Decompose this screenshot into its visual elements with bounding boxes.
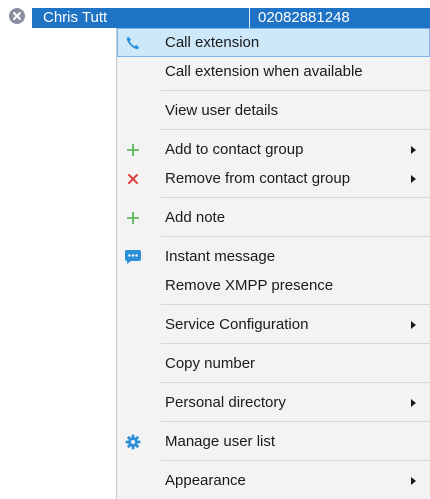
menu-separator [161,421,430,422]
menu-separator [161,129,430,130]
menu-label: Add to contact group [165,141,304,158]
menu-label: Call extension [165,34,260,51]
submenu-arrow-icon [411,321,416,329]
menu-item-service-configuration[interactable]: Service Configuration [117,310,430,339]
contact-row-strip: Chris Tutt 02082881248 [0,0,430,28]
menu-item-add-to-contact-group[interactable]: Add to contact group [117,135,430,164]
menu-separator [161,304,430,305]
menu-label: Personal directory [165,394,286,411]
contact-name: Chris Tutt [43,9,108,26]
plus-icon [124,209,142,227]
menu-label: Service Configuration [165,316,309,333]
menu-label: Manage user list [165,433,276,450]
chat-bubble-icon [124,248,142,266]
menu-item-copy-number[interactable]: Copy number [117,349,430,378]
selected-contact-row[interactable]: Chris Tutt 02082881248 [32,8,430,28]
offline-status-icon [9,8,25,24]
submenu-arrow-icon [411,399,416,407]
menu-item-view-user-details[interactable]: View user details [117,96,430,125]
menu-label: Remove XMPP presence [165,277,334,294]
submenu-arrow-icon [411,146,416,154]
menu-item-personal-directory[interactable]: Personal directory [117,388,430,417]
menu-separator [161,382,430,383]
menu-item-instant-message[interactable]: Instant message [117,242,430,271]
menu-item-call-extension-when-available[interactable]: Call extension when available [117,57,430,86]
cell-divider [249,8,250,28]
phone-handset-icon [124,34,142,52]
gear-icon [124,433,142,451]
menu-item-manage-user-list[interactable]: Manage user list [117,427,430,456]
context-menu: Call extension Call extension when avail… [116,28,430,499]
menu-item-remove-from-contact-group[interactable]: Remove from contact group [117,164,430,193]
menu-separator [161,343,430,344]
menu-separator [161,90,430,91]
menu-label: Call extension when available [165,63,363,80]
menu-label: Appearance [165,472,246,489]
menu-item-add-note[interactable]: Add note [117,203,430,232]
submenu-arrow-icon [411,477,416,485]
menu-separator [161,236,430,237]
menu-separator [161,460,430,461]
menu-label: Copy number [165,355,256,372]
menu-item-appearance[interactable]: Appearance [117,466,430,495]
menu-label: Instant message [165,248,276,265]
menu-item-call-extension[interactable]: Call extension [117,28,430,57]
submenu-arrow-icon [411,175,416,183]
menu-label: View user details [165,102,279,119]
menu-label: Add note [165,209,226,226]
red-x-icon [124,170,142,188]
menu-label: Remove from contact group [165,170,351,187]
menu-separator [161,197,430,198]
menu-item-remove-xmpp-presence[interactable]: Remove XMPP presence [117,271,430,300]
contact-number: 02082881248 [258,9,350,26]
plus-icon [124,141,142,159]
